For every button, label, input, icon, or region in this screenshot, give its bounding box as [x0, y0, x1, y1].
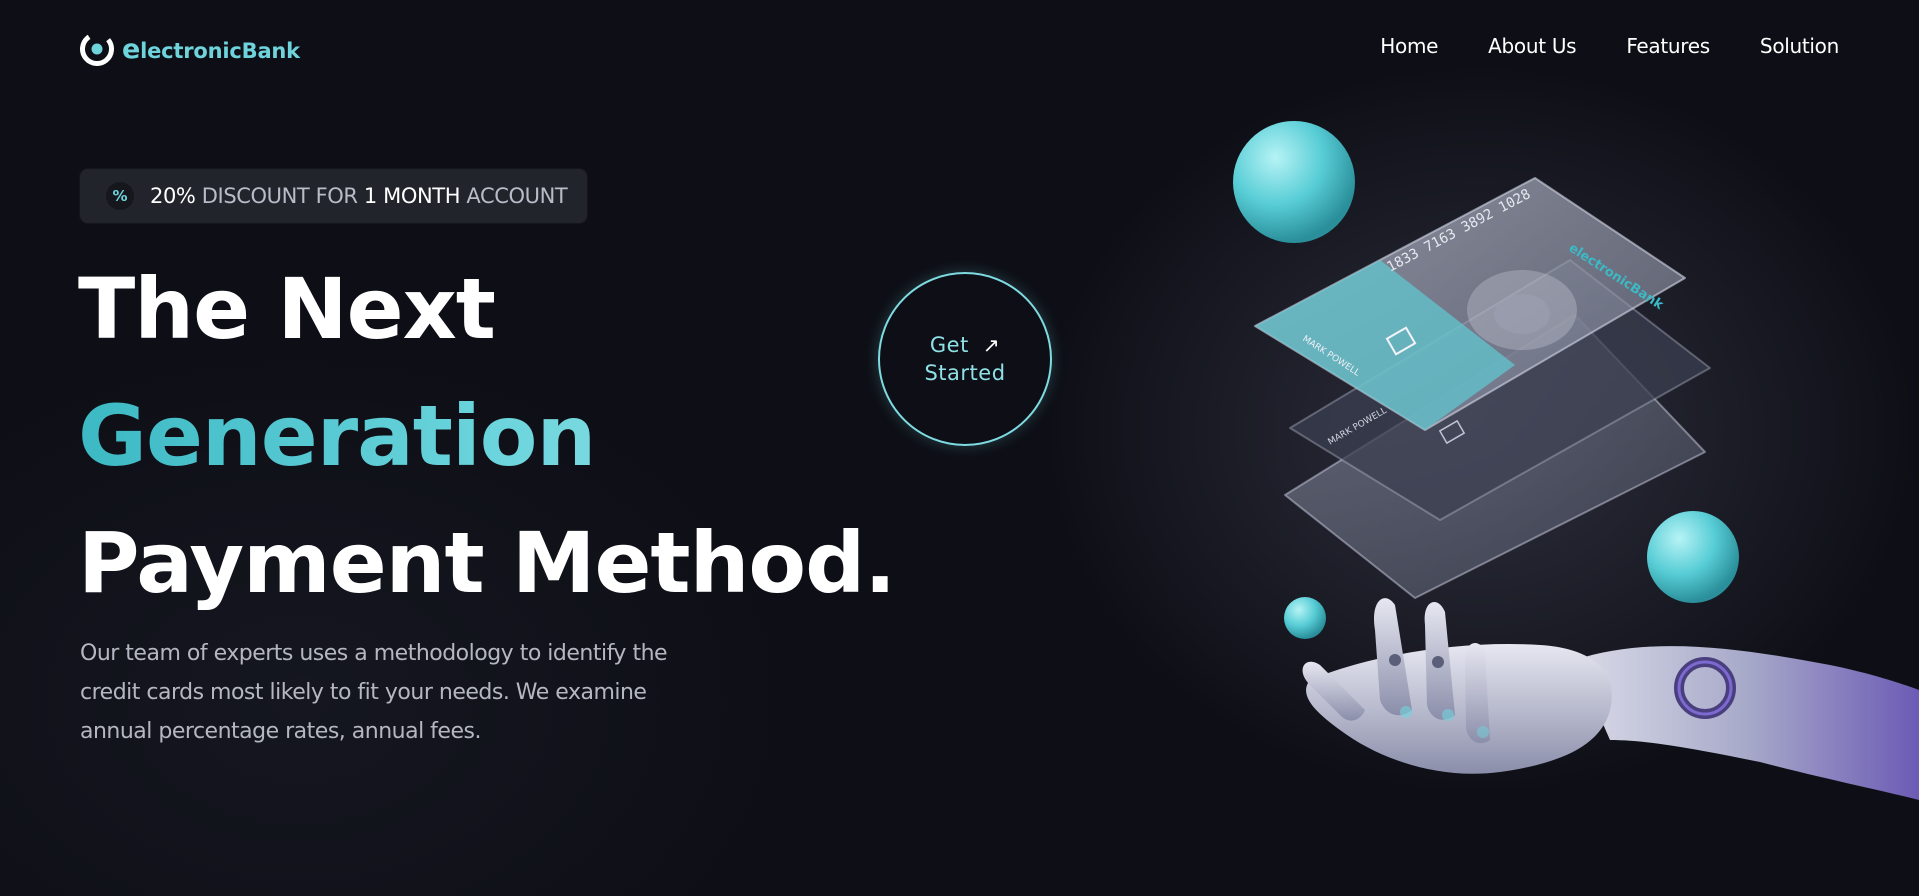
discount-badge: % 20% DISCOUNT FOR 1 MONTH ACCOUNT — [80, 169, 588, 223]
landing-page: electronicBank Home About Us Features So… — [0, 0, 1919, 896]
get-started-button[interactable]: Get ↗ Started — [878, 272, 1052, 446]
brand-logo[interactable]: electronicBank — [80, 32, 300, 66]
brand-name: electronicBank — [122, 33, 300, 65]
arrow-up-right-icon: ↗ — [982, 333, 1001, 357]
robot-arm — [1575, 646, 1919, 800]
cards-hand-illustration: MARK POWELL 1833 7163 3892 1028 electron… — [1233, 121, 1919, 800]
get-started-label: Get ↗ Started — [924, 333, 1006, 385]
nav-home[interactable]: Home — [1380, 34, 1438, 58]
headline-line-1: The Next — [78, 260, 496, 358]
sphere-large — [1233, 121, 1355, 243]
nav-about-us[interactable]: About Us — [1488, 34, 1576, 58]
hero-headline: The Next Generation Payment Method. — [78, 246, 896, 627]
nav-features[interactable]: Features — [1626, 34, 1710, 58]
percent-icon: % — [106, 182, 134, 210]
headline-line-2: Generation — [78, 373, 895, 500]
logo-icon — [80, 32, 114, 66]
hero-illustration: MARK POWELL 1833 7163 3892 1028 electron… — [1180, 100, 1919, 896]
headline-line-3: Payment Method. — [78, 514, 896, 612]
sphere-small — [1284, 597, 1326, 639]
hero-description: Our team of experts uses a methodology t… — [80, 641, 668, 744]
nav-solution[interactable]: Solution — [1760, 34, 1839, 58]
main-nav: Home About Us Features Solution — [1380, 34, 1839, 58]
discount-text: 20% DISCOUNT FOR 1 MONTH ACCOUNT — [150, 184, 568, 208]
sphere-medium — [1647, 511, 1739, 603]
